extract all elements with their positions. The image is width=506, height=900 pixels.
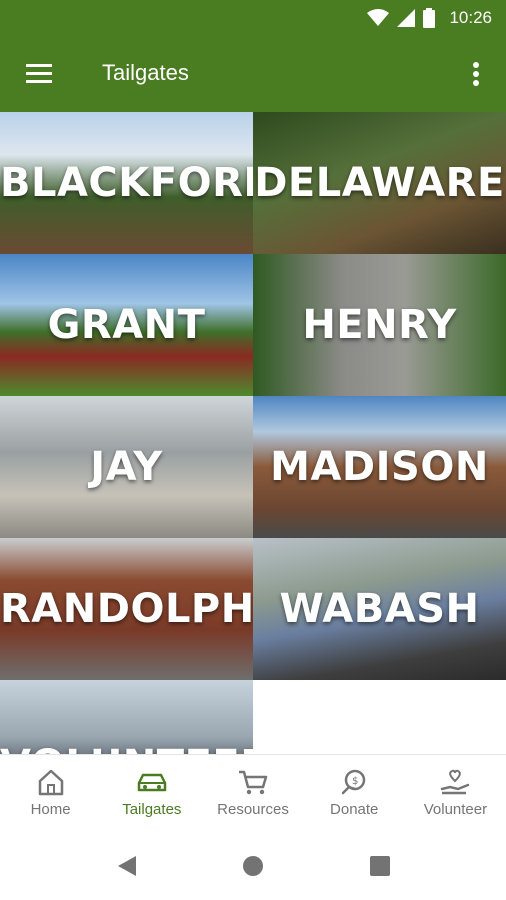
tile-label: JAY (90, 444, 163, 490)
app-bar: Tailgates (0, 36, 506, 112)
status-bar: 10:26 (0, 0, 506, 36)
tile-wabash[interactable]: WABASH (253, 538, 506, 680)
nav-tailgates[interactable]: Tailgates (101, 755, 202, 832)
donate-icon: $ (341, 769, 366, 795)
tile-label: DELAWARE (254, 160, 505, 206)
tile-label: HENRY (302, 302, 457, 348)
tile-label: BLACKFORD (0, 160, 253, 206)
tile-volunteer[interactable]: VOLUNTEER (0, 680, 253, 754)
tile-madison[interactable]: MADISON (253, 396, 506, 538)
home-button-icon[interactable] (243, 856, 263, 876)
signal-icon (397, 9, 416, 27)
status-icons: 10:26 (367, 0, 492, 36)
tile-label: GRANT (47, 302, 206, 348)
back-icon[interactable] (116, 854, 138, 878)
menu-icon[interactable] (22, 58, 58, 90)
car-icon (137, 773, 167, 792)
nav-donate-label: Donate (330, 801, 379, 818)
tile-delaware[interactable]: DELAWARE (253, 112, 506, 254)
wifi-icon (367, 9, 390, 26)
home-icon (38, 769, 63, 796)
tile-randolph[interactable]: RANDOLPH (0, 538, 253, 680)
system-nav-bar (0, 832, 506, 900)
county-grid: BLACKFORD DELAWARE GRANT HENRY JAY MADIS… (0, 112, 506, 754)
tile-henry[interactable]: HENRY (253, 254, 506, 396)
tile-label: WABASH (279, 586, 480, 632)
tile-grant[interactable]: GRANT (0, 254, 253, 396)
nav-home[interactable]: Home (0, 755, 101, 832)
nav-donate[interactable]: $ Donate (304, 755, 405, 832)
battery-icon (423, 8, 436, 28)
more-vert-icon[interactable] (462, 58, 490, 90)
nav-tailgates-label: Tailgates (122, 801, 182, 818)
recents-icon[interactable] (370, 856, 390, 876)
nav-volunteer-label: Volunteer (423, 801, 488, 818)
tile-label: RANDOLPH (0, 586, 253, 632)
nav-resources-label: Resources (217, 801, 289, 818)
tile-label: VOLUNTEER (0, 742, 253, 754)
status-time: 10:26 (449, 8, 492, 27)
tile-jay[interactable]: JAY (0, 396, 253, 538)
app-title: Tailgates (102, 60, 189, 85)
cart-icon (239, 770, 268, 795)
tile-label: MADISON (270, 444, 489, 490)
bottom-nav: Home Tailgates Resources $ Donate Volunt… (0, 754, 506, 832)
nav-volunteer[interactable]: Volunteer (405, 755, 506, 832)
nav-resources[interactable]: Resources (202, 755, 303, 832)
nav-home-label: Home (30, 801, 71, 818)
tile-blackford[interactable]: BLACKFORD (0, 112, 253, 254)
svg-text:$: $ (352, 776, 358, 787)
volunteer-heart-icon (441, 769, 470, 795)
